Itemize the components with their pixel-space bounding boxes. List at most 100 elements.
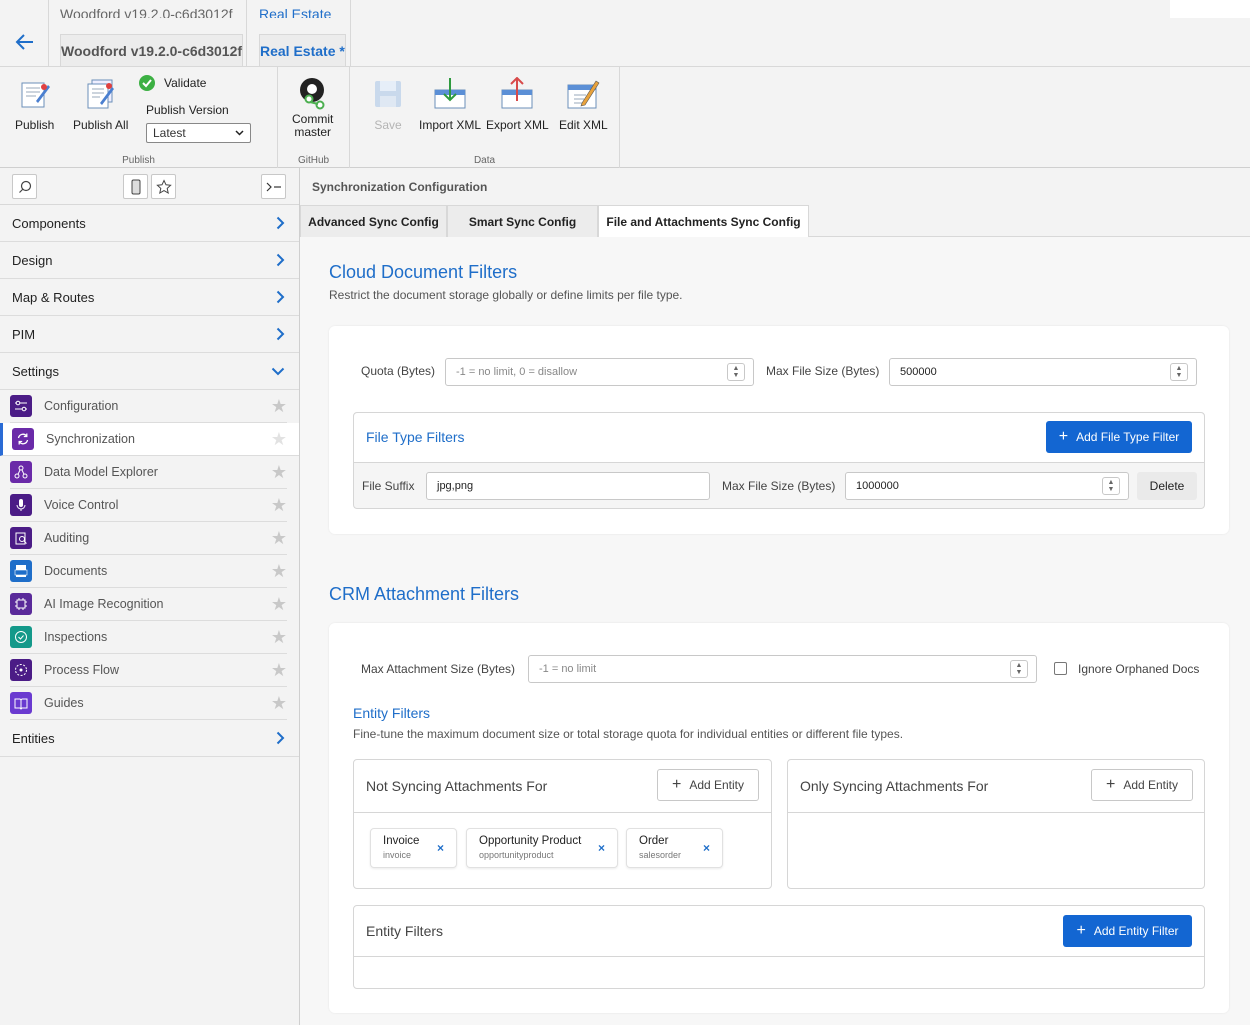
back-button[interactable] xyxy=(0,18,48,66)
sidebar-section-map-routes[interactable]: Map & Routes xyxy=(0,279,299,316)
add-file-type-filter-button[interactable]: + Add File Type Filter xyxy=(1046,421,1192,453)
sidebar-item-documents[interactable]: Documents ★ xyxy=(10,555,287,588)
tab-file-attachments-sync-config[interactable]: File and Attachments Sync Config xyxy=(598,205,809,238)
publish-group-caption: Publish xyxy=(122,155,155,166)
tab-smart-sync-config[interactable]: Smart Sync Config xyxy=(447,205,598,237)
add-entity-button[interactable]: + Add Entity xyxy=(1091,769,1193,801)
star-icon[interactable]: ★ xyxy=(271,429,287,450)
device-button[interactable] xyxy=(123,174,148,199)
sidebar-section-design[interactable]: Design xyxy=(0,242,299,279)
save-button[interactable]: Save xyxy=(371,77,405,132)
star-icon[interactable]: ★ xyxy=(271,462,287,483)
sidebar-section-pim[interactable]: PIM xyxy=(0,316,299,353)
sidebar-section-entities[interactable]: Entities xyxy=(0,720,299,757)
commit-master-button[interactable]: Commit master xyxy=(292,77,333,139)
sidebar-item-voice-control[interactable]: Voice Control ★ xyxy=(10,489,287,522)
star-icon[interactable]: ★ xyxy=(271,660,287,681)
section-label: Map & Routes xyxy=(12,289,95,305)
max-file-size-stepper[interactable]: ▲ ▼ xyxy=(1170,363,1188,381)
row-max-file-size-input[interactable]: 1000000 ▲ ▼ xyxy=(845,472,1129,500)
stepper-up-icon: ▲ xyxy=(1175,365,1183,372)
file-suffix-label: File Suffix xyxy=(362,479,415,493)
divider xyxy=(48,0,49,67)
sidebar-item-ai-image-recognition[interactable]: AI Image Recognition ★ xyxy=(10,588,287,621)
star-icon[interactable]: ★ xyxy=(271,495,287,516)
file-suffix-value: jpg,png xyxy=(437,480,474,492)
star-icon[interactable]: ★ xyxy=(271,561,287,582)
sidebar-item-data-model-explorer[interactable]: Data Model Explorer ★ xyxy=(10,456,287,489)
stepper-down-icon: ▼ xyxy=(1015,669,1023,676)
publish-group: Publish Publish All Validate Publish Ver… xyxy=(0,67,278,168)
sidebar: Components Design Map & Routes PIM Setti… xyxy=(0,168,300,1025)
sidebar-item-inspections[interactable]: Inspections ★ xyxy=(10,621,287,654)
main-panel: Synchronization Configuration Advanced S… xyxy=(300,168,1250,1025)
sidebar-item-process-flow[interactable]: Process Flow ★ xyxy=(10,654,287,687)
tab-content: Cloud Document Filters Restrict the docu… xyxy=(300,237,1250,1025)
edit-xml-button[interactable]: Edit XML xyxy=(559,77,608,132)
publish-all-button[interactable]: Publish All xyxy=(73,77,128,132)
export-xml-button[interactable]: Export XML xyxy=(486,77,549,132)
sidebar-item-synchronization[interactable]: Synchronization ★ xyxy=(0,423,299,456)
sidebar-section-components[interactable]: Components xyxy=(0,205,299,242)
sidebar-item-label: Voice Control xyxy=(44,498,119,512)
section-label: Entities xyxy=(12,730,55,746)
max-attachment-size-stepper[interactable]: ▲ ▼ xyxy=(1010,660,1028,678)
max-attachment-size-input[interactable]: -1 = no limit ▲ ▼ xyxy=(528,655,1037,683)
chevron-right-icon xyxy=(276,731,285,745)
add-entity-filter-button[interactable]: + Add Entity Filter xyxy=(1063,915,1192,947)
collapse-all-button[interactable] xyxy=(261,174,286,199)
file-suffix-input[interactable]: jpg,png xyxy=(426,472,710,500)
divider xyxy=(354,956,1204,957)
cloud-filters-title: Cloud Document Filters xyxy=(329,262,518,282)
max-attachment-size-placeholder: -1 = no limit xyxy=(539,663,597,675)
search-icon xyxy=(18,180,31,193)
commit-line1: Commit xyxy=(292,112,334,126)
ignore-orphaned-checkbox[interactable] xyxy=(1054,662,1067,675)
max-file-size-input[interactable]: 500000 ▲ ▼ xyxy=(889,358,1197,386)
publish-icon xyxy=(21,82,50,108)
star-outline-icon xyxy=(155,178,172,194)
row-max-file-size-stepper[interactable]: ▲ ▼ xyxy=(1102,477,1120,495)
remove-icon[interactable]: × xyxy=(437,841,444,855)
favorites-button[interactable] xyxy=(151,174,176,199)
publish-button[interactable]: Publish xyxy=(15,77,54,132)
search-button[interactable] xyxy=(12,174,37,199)
add-entity-button[interactable]: + Add Entity xyxy=(657,769,759,801)
crm-filters-title: CRM Attachment Filters xyxy=(329,584,520,604)
validate-button[interactable]: Validate xyxy=(139,75,206,91)
remove-icon[interactable]: × xyxy=(598,841,605,855)
quota-input[interactable]: -1 = no limit, 0 = disallow ▲ ▼ xyxy=(445,358,754,386)
sidebar-section-settings[interactable]: Settings xyxy=(0,353,299,390)
chip-name: Opportunity Product xyxy=(479,835,582,847)
sidebar-item-label: Data Model Explorer xyxy=(44,465,158,479)
star-icon[interactable]: ★ xyxy=(271,396,287,417)
data-group: Save Import XML Export XML Edit XML Data xyxy=(350,67,620,168)
star-icon[interactable]: ★ xyxy=(271,594,287,615)
graph-icon xyxy=(10,461,32,483)
remove-icon[interactable]: × xyxy=(703,841,710,855)
divider xyxy=(350,0,351,67)
sidebar-item-guides[interactable]: Guides ★ xyxy=(10,687,287,720)
collapse-icon xyxy=(266,182,281,191)
solution-tab[interactable]: Real Estate * xyxy=(259,34,346,66)
sidebar-item-auditing[interactable]: Auditing ★ xyxy=(10,522,287,555)
max-file-size-label: Max File Size (Bytes) xyxy=(766,364,880,378)
commit-label: Commit master xyxy=(292,113,333,139)
publish-version-select[interactable]: Latest xyxy=(146,123,251,143)
stepper-down-icon: ▼ xyxy=(1107,486,1115,493)
tab-advanced-sync-config[interactable]: Advanced Sync Config xyxy=(300,205,447,237)
chevron-down-icon xyxy=(271,367,285,375)
section-label: Components xyxy=(12,215,86,231)
sidebar-item-configuration[interactable]: Configuration ★ xyxy=(10,390,287,423)
add-entity-label: Add Entity xyxy=(689,778,745,792)
sync-icon xyxy=(12,428,34,450)
max-file-size-value: 500000 xyxy=(900,366,937,378)
import-xml-button[interactable]: Import XML xyxy=(419,77,481,132)
delete-button[interactable]: Delete xyxy=(1137,472,1197,500)
star-icon[interactable]: ★ xyxy=(271,693,287,714)
quota-stepper[interactable]: ▲ ▼ xyxy=(727,363,745,381)
project-tab[interactable]: Woodford v19.2.0-c6d3012f xyxy=(60,34,244,66)
star-icon[interactable]: ★ xyxy=(271,627,287,648)
star-icon[interactable]: ★ xyxy=(271,528,287,549)
github-group: Commit master GitHub xyxy=(278,67,350,168)
